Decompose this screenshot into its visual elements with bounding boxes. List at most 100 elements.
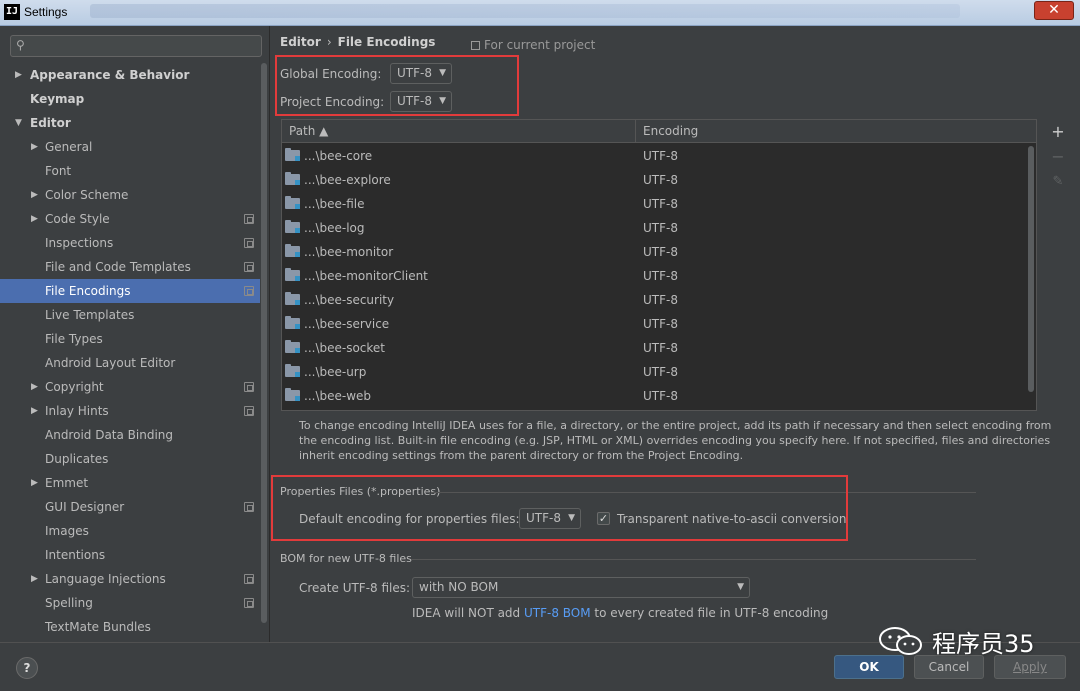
column-header-encoding[interactable]: Encoding	[643, 124, 698, 138]
row-encoding[interactable]: UTF-8	[643, 192, 678, 216]
sidebar-item-code-style[interactable]: ▶ Code Style	[0, 207, 268, 231]
scope-note-text: For current project	[484, 38, 596, 52]
edit-icon[interactable]: ✎	[1047, 169, 1069, 194]
chevron-right-icon[interactable]: ▶	[15, 63, 22, 87]
sidebar-item-editor[interactable]: ▼ Editor	[0, 111, 268, 135]
table-row[interactable]: ...\bee-log UTF-8	[282, 216, 1036, 240]
sidebar-item-color-scheme[interactable]: ▶ Color Scheme	[0, 183, 268, 207]
row-encoding[interactable]: UTF-8	[643, 288, 678, 312]
remove-icon[interactable]: −	[1047, 144, 1069, 169]
sidebar-item-label: GUI Designer	[45, 500, 125, 514]
row-encoding[interactable]: UTF-8	[643, 384, 678, 408]
sidebar-item-file-types[interactable]: File Types	[0, 327, 268, 351]
row-path: ...\bee-service	[304, 317, 390, 331]
table-row[interactable]: ...\bee-monitorClient UTF-8	[282, 264, 1036, 288]
row-encoding[interactable]: UTF-8	[643, 264, 678, 288]
highlight-box	[275, 55, 519, 116]
sidebar-item-android-data-binding[interactable]: Android Data Binding	[0, 423, 268, 447]
table-row[interactable]: ...\bee-security UTF-8	[282, 288, 1036, 312]
search-input[interactable]	[35, 38, 255, 54]
table-header: Path ▲ Encoding	[282, 120, 1036, 143]
chevron-down-icon[interactable]: ▼	[15, 111, 22, 135]
column-divider[interactable]	[635, 120, 636, 143]
sidebar-item-inspections[interactable]: Inspections	[0, 231, 268, 255]
sidebar-scroll-thumb[interactable]	[261, 63, 267, 623]
sidebar-item-label: Live Templates	[45, 308, 135, 322]
utf8-bom-link[interactable]: UTF-8 BOM	[524, 606, 591, 620]
sidebar-item-images[interactable]: Images	[0, 519, 268, 543]
chevron-right-icon[interactable]: ▶	[31, 207, 38, 231]
module-folder-icon	[285, 268, 300, 281]
table-row[interactable]: ...\bee-file UTF-8	[282, 192, 1036, 216]
table-row[interactable]: ...\bee-socket UTF-8	[282, 336, 1036, 360]
breadcrumb-current: File Encodings	[337, 35, 436, 49]
chevron-right-icon[interactable]: ▶	[31, 399, 38, 423]
table-row[interactable]: ...\bee-explore UTF-8	[282, 168, 1036, 192]
sidebar-item-label: Language Injections	[45, 572, 166, 586]
sidebar-item-file-and-code-templates[interactable]: File and Code Templates	[0, 255, 268, 279]
sidebar-item-appearance-behavior[interactable]: ▶ Appearance & Behavior	[0, 63, 268, 87]
row-path: ...\bee-file	[304, 197, 365, 211]
sidebar-item-emmet[interactable]: ▶ Emmet	[0, 471, 268, 495]
sidebar-item-font[interactable]: Font	[0, 159, 268, 183]
row-encoding[interactable]: UTF-8	[643, 336, 678, 360]
sidebar-scrollbar[interactable]	[260, 63, 268, 643]
encoding-help-text: To change encoding IntelliJ IDEA uses fo…	[299, 419, 1052, 462]
create-utf8-label: Create UTF-8 files:	[299, 581, 411, 595]
table-row[interactable]: ...\bee-core UTF-8	[282, 144, 1036, 168]
scope-note: For current project	[471, 38, 595, 52]
title-bar: IJ Settings ✕	[0, 0, 1080, 26]
sidebar-item-label: TextMate Bundles	[45, 620, 151, 634]
sidebar-item-label: File Types	[45, 332, 103, 346]
sidebar-item-label: Appearance & Behavior	[30, 68, 190, 82]
sidebar-item-spelling[interactable]: Spelling	[0, 591, 268, 615]
chevron-right-icon[interactable]: ▶	[31, 471, 38, 495]
sidebar-item-language-injections[interactable]: ▶ Language Injections	[0, 567, 268, 591]
table-row[interactable]: ...\bee-urp UTF-8	[282, 360, 1036, 384]
module-folder-icon	[285, 316, 300, 329]
row-encoding[interactable]: UTF-8	[643, 216, 678, 240]
sidebar-item-duplicates[interactable]: Duplicates	[0, 447, 268, 471]
breadcrumb-parent: Editor	[280, 35, 321, 49]
row-encoding[interactable]: UTF-8	[643, 312, 678, 336]
sidebar-item-textmate-bundles[interactable]: TextMate Bundles	[0, 615, 268, 639]
module-folder-icon	[285, 292, 300, 305]
add-icon[interactable]: +	[1047, 119, 1069, 144]
sidebar-item-android-layout-editor[interactable]: Android Layout Editor	[0, 351, 268, 375]
sidebar-item-label: Copyright	[45, 380, 104, 394]
row-encoding[interactable]: UTF-8	[643, 360, 678, 384]
sidebar-item-file-encodings[interactable]: File Encodings	[0, 279, 268, 303]
chevron-right-icon[interactable]: ▶	[31, 183, 38, 207]
table-row[interactable]: ...\bee-web UTF-8	[282, 384, 1036, 408]
column-header-path[interactable]: Path ▲	[289, 124, 328, 138]
table-row[interactable]: ...\bee-monitor UTF-8	[282, 240, 1036, 264]
table-scroll-thumb[interactable]	[1028, 146, 1034, 392]
sidebar-item-live-templates[interactable]: Live Templates	[0, 303, 268, 327]
project-scope-icon	[244, 382, 254, 392]
row-encoding[interactable]: UTF-8	[643, 240, 678, 264]
sidebar-item-label: Android Layout Editor	[45, 356, 176, 370]
sidebar-item-general[interactable]: ▶ General	[0, 135, 268, 159]
sidebar-item-label: Spelling	[45, 596, 93, 610]
sidebar-item-keymap[interactable]: Keymap	[0, 87, 268, 111]
bom-select[interactable]: with NO BOM ▼	[412, 577, 750, 598]
sidebar-item-label: Images	[45, 524, 89, 538]
sidebar-item-copyright[interactable]: ▶ Copyright	[0, 375, 268, 399]
sidebar-item-inlay-hints[interactable]: ▶ Inlay Hints	[0, 399, 268, 423]
table-row[interactable]: ...\bee-service UTF-8	[282, 312, 1036, 336]
sidebar-item-gui-designer[interactable]: GUI Designer	[0, 495, 268, 519]
chevron-right-icon[interactable]: ▶	[31, 567, 38, 591]
close-button[interactable]: ✕	[1034, 1, 1074, 20]
row-encoding[interactable]: UTF-8	[643, 168, 678, 192]
chevron-right-icon[interactable]: ▶	[31, 375, 38, 399]
row-encoding[interactable]: UTF-8	[643, 144, 678, 168]
table-scrollbar[interactable]	[1026, 144, 1036, 410]
help-button[interactable]: ?	[16, 657, 38, 679]
chevron-right-icon[interactable]: ▶	[31, 135, 38, 159]
settings-search[interactable]: ⚲	[10, 35, 262, 57]
path-encoding-table: Path ▲ Encoding ...\bee-core UTF-8 ...\bee…	[281, 119, 1037, 411]
file-encodings-panel: Editor › File Encodings For current projec…	[271, 26, 1080, 642]
sidebar-item-intentions[interactable]: Intentions	[0, 543, 268, 567]
project-scope-icon	[244, 502, 254, 512]
table-toolbar: + − ✎	[1047, 119, 1069, 194]
